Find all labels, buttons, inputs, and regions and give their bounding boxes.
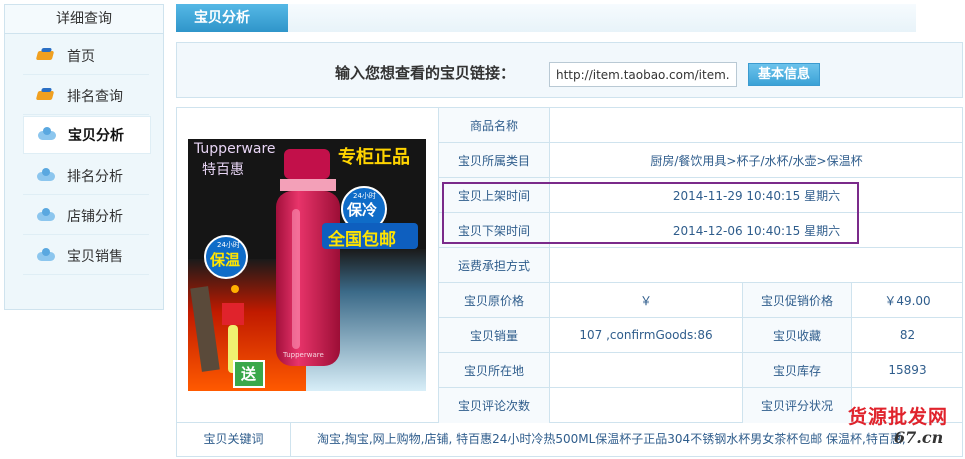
product-name-label: 商品名称 [439,108,550,143]
category-value: 厨房/餐饮用具>杯子/水杯/水壶>保温杯 [550,143,963,178]
badge-gift: 送 [241,365,257,383]
basic-info-button[interactable]: 基本信息 [748,63,820,86]
favorites-label: 宝贝收藏 [743,318,852,353]
cloud-icon [35,208,57,224]
location-value [550,353,743,388]
original-price-label: 宝贝原价格 [439,283,550,318]
hat-icon [35,48,57,64]
list-time-value: 2014-11-29 10:40:15 星期六 [550,178,963,213]
reviews-label: 宝贝评论次数 [439,388,550,423]
sidebar-title: 详细查询 [5,5,163,34]
search-label: 输入您想查看的宝贝链接： [335,64,516,82]
stock-label: 宝贝库存 [743,353,852,388]
tab-item-analysis[interactable]: 宝贝分析 [176,4,288,32]
delist-time-value: 2014-12-06 10:40:15 星期六 [550,213,963,248]
sidebar-item-label: 排名分析 [67,169,123,185]
item-link-input[interactable] [549,62,737,87]
badge-authentic: 专柜正品 [338,147,410,168]
brand-name-en: Tupperware [194,141,276,157]
watermark-title: 货源批发网 [848,406,949,428]
category-label: 宝贝所属类目 [439,143,550,178]
sidebar-item-shop-analysis[interactable]: 店铺分析 [23,198,149,235]
delist-time-label: 宝贝下架时间 [439,213,550,248]
badge-cold: 保冷 [347,201,378,219]
badge-free-shipping: 全国包邮 [328,230,396,250]
brand-name-cn: 特百惠 [202,162,244,178]
shipping-label: 运费承担方式 [439,248,550,283]
product-name-value [550,108,963,143]
sidebar-item-rank-query[interactable]: 排名查询 [23,78,149,115]
reviews-value [550,388,743,423]
location-label: 宝贝所在地 [439,353,550,388]
promo-price-label: 宝贝促销价格 [743,283,852,318]
cloud-icon [36,127,58,143]
original-price-value: ￥ [550,283,743,318]
sidebar-item-label: 店铺分析 [67,209,123,225]
product-image: Tupperware 特百惠 专柜正品 24小时 保冷 全国包邮 24小时 保温… [188,139,426,391]
favorites-value: 82 [852,318,963,353]
sidebar-item-label: 宝贝分析 [68,128,124,144]
stock-value: 15893 [852,353,963,388]
keywords-label: 宝贝关键词 [177,423,291,456]
shipping-value [550,248,963,283]
sidebar-item-label: 首页 [67,49,95,65]
sales-value: 107 ,confirmGoods:86 [550,318,743,353]
watermark-logo: 货源批发网 67.cn [848,402,958,452]
sidebar-item-home[interactable]: 首页 [23,38,149,75]
sidebar-item-item-sales[interactable]: 宝贝销售 [23,238,149,275]
rating-label: 宝贝评分状况 [743,388,852,423]
cloud-icon [35,248,57,264]
sidebar: 详细查询 首页 排名查询 宝贝分析 排名分析 店铺分析 宝贝销售 [4,4,164,310]
details-table: Tupperware 特百惠 专柜正品 24小时 保冷 全国包邮 24小时 保温… [176,107,963,423]
bottle-brand: Tupperware [283,351,324,359]
sales-label: 宝贝销量 [439,318,550,353]
promo-price-value: ￥49.00 [852,283,963,318]
badge-warm: 保温 [210,251,241,269]
tab-bar: 宝贝分析 [176,4,916,32]
list-time-label: 宝贝上架时间 [439,178,550,213]
search-panel: 输入您想查看的宝贝链接： 基本信息 [176,42,963,98]
hat-icon [35,88,57,104]
keywords-row: 宝贝关键词 淘宝,掏宝,网上购物,店铺, 特百惠24小时冷热500ML保温杯子正… [176,423,963,457]
sidebar-item-item-analysis[interactable]: 宝贝分析 [23,116,151,154]
sidebar-item-label: 排名查询 [67,89,123,105]
sidebar-item-label: 宝贝销售 [67,249,123,265]
watermark-domain: 67.cn [894,428,944,447]
sidebar-item-rank-analysis[interactable]: 排名分析 [23,158,149,195]
cloud-icon [35,168,57,184]
